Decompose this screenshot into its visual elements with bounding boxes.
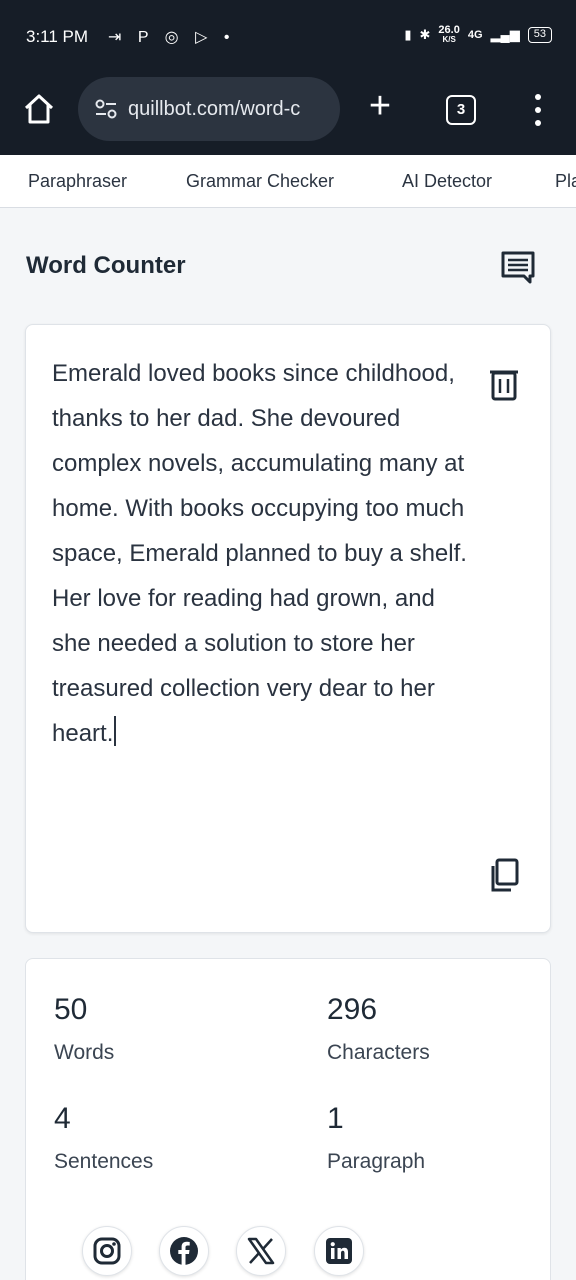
characters-label: Characters [327, 1041, 430, 1064]
status-indicators: ▮ ✱ 26.0 K/S 4G ▂▄▆ 53 [404, 24, 552, 45]
browser-toolbar: quillbot.com/word-c + 3 [0, 76, 576, 142]
network-speed: 26.0 K/S [438, 24, 460, 45]
sentences-count: 4 [54, 1102, 71, 1135]
signal-bars-icon: ▂▄▆ [490, 27, 520, 42]
x-icon[interactable] [236, 1226, 286, 1276]
site-nav: Paraphraser Grammar Checker AI Detector … [0, 155, 576, 208]
tab-switcher-button[interactable]: 3 [446, 95, 476, 125]
menu-icon[interactable] [528, 94, 548, 126]
paragraphs-label: Paragraph [327, 1150, 426, 1173]
site-settings-icon[interactable] [92, 95, 120, 123]
sentences-label: Sentences [54, 1150, 154, 1173]
battery-icon: 53 [527, 27, 552, 43]
bluetooth-icon: ✱ [419, 27, 431, 42]
editor-text-area[interactable]: Emerald loved books since childhood, tha… [52, 351, 472, 756]
words-count: 50 [54, 993, 88, 1026]
page-title: Word Counter [26, 252, 186, 279]
paragraphs-count: 1 [327, 1102, 344, 1135]
linkedin-icon[interactable] [314, 1226, 364, 1276]
trash-icon[interactable] [489, 367, 519, 401]
network-speed-value: 26.0 [438, 24, 460, 36]
status-time: 3:11 PM [26, 27, 89, 46]
notes-icon[interactable] [500, 250, 536, 284]
vibrate-icon: ▮ [404, 27, 412, 42]
browser-top-bar: 3:11 PM ⇥ P ◎ ▷ • ▮ ✱ 26.0 K/S 4G ▂▄▆ 53 [0, 0, 576, 155]
instagram-icon[interactable] [82, 1226, 132, 1276]
facebook-icon[interactable] [159, 1226, 209, 1276]
nav-item-plagiarism[interactable]: Pla [555, 171, 576, 192]
nav-item-ai-detector[interactable]: AI Detector [402, 171, 492, 192]
text-cursor [114, 716, 117, 746]
address-bar[interactable]: quillbot.com/word-c [78, 77, 340, 141]
nav-item-paraphraser[interactable]: Paraphraser [28, 171, 127, 192]
text-editor[interactable]: Emerald loved books since childhood, tha… [25, 324, 551, 933]
network-speed-unit: K/S [442, 35, 456, 44]
new-tab-button[interactable]: + [364, 87, 396, 126]
status-bar: 3:11 PM ⇥ P ◎ ▷ • ▮ ✱ 26.0 K/S 4G ▂▄▆ 53 [0, 0, 576, 78]
url-text: quillbot.com/word-c [128, 97, 301, 120]
words-label: Words [54, 1041, 115, 1064]
editor-content[interactable]: Emerald loved books since childhood, tha… [52, 360, 467, 747]
copy-icon[interactable] [489, 858, 519, 892]
nav-item-grammar-checker[interactable]: Grammar Checker [186, 171, 334, 192]
notification-icons: ⇥ P ◎ ▷ • [108, 29, 236, 46]
characters-count: 296 [327, 993, 378, 1026]
signal-icon: 4G [467, 29, 483, 41]
home-icon[interactable] [22, 92, 56, 126]
